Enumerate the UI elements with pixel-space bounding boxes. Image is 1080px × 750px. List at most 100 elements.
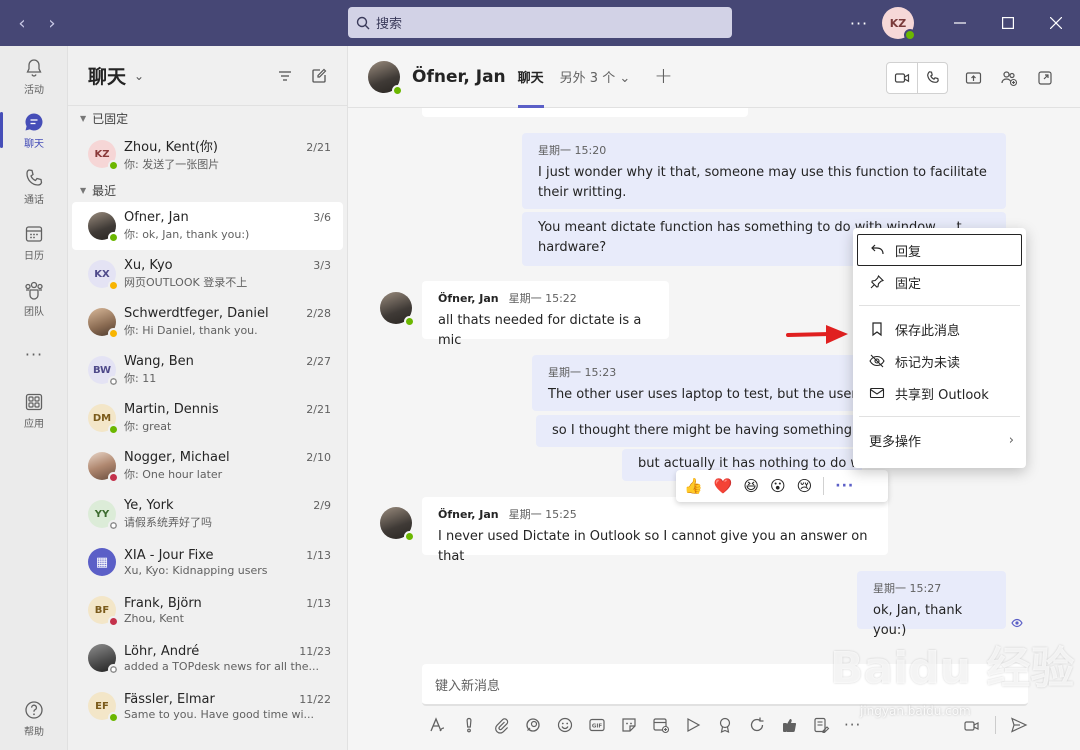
format-icon[interactable] bbox=[428, 716, 446, 734]
search-box[interactable]: 搜索 bbox=[348, 7, 732, 38]
reaction-surprised-icon[interactable]: 😮 bbox=[770, 477, 786, 495]
video-clip-icon[interactable] bbox=[963, 716, 981, 734]
tab-chat[interactable]: 聊天 bbox=[517, 46, 544, 108]
avatar bbox=[88, 644, 119, 675]
sender-avatar[interactable] bbox=[380, 292, 415, 327]
updates-icon[interactable] bbox=[748, 716, 766, 734]
rail-item-calls[interactable]: 通话 bbox=[0, 160, 68, 212]
stream-icon[interactable] bbox=[684, 716, 702, 734]
chat-list-item[interactable]: ▦ XIA - Jour Fixe 1/13 Xu, Kyo: Kidnapping … bbox=[68, 538, 347, 586]
sender-name: Öfner, Jan bbox=[438, 292, 499, 305]
chat-list-item[interactable]: KZ Zhou, Kent(你) 2/21 你: 发送了一张图片 bbox=[68, 130, 347, 178]
emoji-icon[interactable] bbox=[556, 716, 574, 734]
rail-item-apps[interactable]: 应用 bbox=[0, 384, 68, 436]
chat-list-item[interactable]: BF Frank, Björn 1/13 Zhou, Kent bbox=[68, 586, 347, 634]
minimize-button[interactable] bbox=[936, 0, 984, 46]
chat-list-item[interactable]: EF Fässler, Elmar 11/22 Same to you. Have g… bbox=[68, 682, 347, 730]
chevron-down-icon[interactable]: ⌄ bbox=[134, 69, 144, 83]
chat-item-row: Öfner, Jan 3/6 bbox=[124, 210, 331, 225]
loop-icon[interactable] bbox=[524, 716, 542, 734]
chat-list-item[interactable]: BW Wang, Ben 2/27 你: 11 bbox=[68, 346, 347, 394]
avatar: KZ bbox=[88, 140, 119, 171]
forward-arrow-icon[interactable]: › bbox=[44, 13, 60, 34]
new-chat-icon[interactable] bbox=[311, 68, 327, 84]
menu-item-share-outlook[interactable]: 共享到 Outlook bbox=[853, 377, 1026, 409]
chat-item-row: Martin, Dennis 2/21 bbox=[124, 402, 331, 417]
sticker-icon[interactable] bbox=[620, 716, 638, 734]
section-pinned[interactable]: ▼ 已固定 bbox=[68, 106, 347, 130]
chat-list-item[interactable]: Schwerdtfeger, Daniel 2/28 你: Hi Daniel, t… bbox=[68, 298, 347, 346]
important-icon[interactable] bbox=[460, 716, 478, 734]
chat-list-item[interactable]: Löhr, André 11/23 added a TOPdesk news for… bbox=[68, 634, 347, 682]
reaction-like-icon[interactable]: 👍 bbox=[684, 477, 703, 495]
reaction-sad-icon[interactable]: 😢 bbox=[797, 477, 813, 495]
rail-item-more[interactable]: ··· bbox=[0, 328, 68, 380]
gif-icon[interactable]: GIF bbox=[588, 716, 606, 734]
send-icon[interactable] bbox=[1010, 716, 1028, 734]
message-outgoing[interactable]: 星期一 15:20 I just wonder why it that, som… bbox=[522, 133, 1006, 209]
menu-item-pin[interactable]: 固定 bbox=[853, 266, 1026, 298]
praise-icon[interactable] bbox=[716, 716, 734, 734]
settings-more-button[interactable]: ··· bbox=[844, 14, 874, 33]
rail-item-activity[interactable]: 活动 bbox=[0, 50, 68, 102]
chat-list-item[interactable]: Nogger, Michael 2/10 你: One hour later bbox=[68, 442, 347, 490]
chat-list-item[interactable]: DM Martin, Dennis 2/21 你: great bbox=[68, 394, 347, 442]
sender-avatar[interactable] bbox=[380, 507, 415, 542]
rail-item-teams[interactable]: 团队 bbox=[0, 272, 68, 324]
menu-item-reply[interactable]: 回复 bbox=[857, 234, 1022, 266]
add-tab-button[interactable]: + bbox=[654, 64, 672, 89]
teams-icon bbox=[25, 281, 43, 300]
user-avatar[interactable]: KZ bbox=[882, 7, 916, 41]
back-arrow-icon[interactable]: ‹ bbox=[14, 13, 30, 34]
avatar: BF bbox=[88, 596, 119, 627]
chat-item-date: 2/21 bbox=[306, 141, 331, 154]
chat-list-item[interactable]: Öfner, Jan 3/6 你: ok, Jan, thank you:) bbox=[72, 202, 343, 250]
menu-item-mark-unread[interactable]: 标记为未读 bbox=[853, 345, 1026, 377]
schedule-meeting-icon[interactable] bbox=[652, 716, 670, 734]
approvals-icon[interactable] bbox=[780, 716, 798, 734]
sender-status-dot bbox=[404, 531, 415, 542]
chat-item-name: Frank, Björn bbox=[124, 595, 202, 611]
contact-name[interactable]: Öfner, Jan bbox=[412, 67, 506, 87]
message-incoming[interactable]: Öfner, Jan 星期一 15:25 I never used Dictate… bbox=[422, 497, 888, 564]
more-apps-icon[interactable]: ··· bbox=[844, 716, 861, 734]
share-screen-button[interactable] bbox=[962, 67, 984, 89]
chat-item-name: Nogger, Michael bbox=[124, 450, 230, 465]
video-call-button[interactable] bbox=[887, 63, 917, 93]
chat-list-title[interactable]: 聊天 bbox=[88, 62, 126, 89]
more-options-button[interactable]: ··· bbox=[835, 478, 854, 494]
chat-list-item[interactable]: YY Ye, York 2/9 请假系统弄好了吗 bbox=[68, 490, 347, 538]
svg-text:GIF: GIF bbox=[592, 724, 603, 730]
filter-icon[interactable] bbox=[277, 68, 293, 84]
message-outgoing[interactable]: 星期一 15:23 The other user uses laptop to … bbox=[532, 355, 862, 411]
audio-call-button[interactable] bbox=[917, 63, 947, 93]
menu-item-save[interactable]: 保存此消息 bbox=[853, 313, 1026, 345]
close-button[interactable] bbox=[1032, 0, 1080, 46]
section-recent[interactable]: ▼ 最近 bbox=[68, 178, 347, 202]
contact-avatar[interactable] bbox=[368, 60, 403, 96]
chat-item-row: Ye, York 2/9 bbox=[124, 498, 331, 513]
reaction-laugh-icon[interactable]: 😆 bbox=[743, 477, 759, 495]
rail-item-calendar[interactable]: 日历 bbox=[0, 216, 68, 268]
reply-icon bbox=[871, 244, 884, 255]
reaction-heart-icon[interactable]: ❤️ bbox=[714, 477, 733, 495]
message-outgoing[interactable]: so I thought there might be having somet… bbox=[536, 415, 862, 447]
watermark-logo: Baidu 经验 bbox=[830, 643, 1075, 694]
rail-item-help[interactable]: 帮助 bbox=[0, 692, 68, 744]
title-bar: ‹ › 搜索 ··· KZ bbox=[0, 0, 1080, 46]
menu-item-more-actions[interactable]: 更多操作 › bbox=[853, 424, 1026, 456]
chat-item-name: Öfner, Jan bbox=[124, 210, 189, 225]
chat-list-item[interactable]: KX Xu, Kyo 3/3 网页OUTLOOK 登录不上 bbox=[68, 250, 347, 298]
attach-icon[interactable] bbox=[492, 716, 510, 734]
pop-out-button[interactable] bbox=[1034, 67, 1056, 89]
maximize-button[interactable] bbox=[984, 0, 1032, 46]
tab-more[interactable]: 另外 3 个 ⌄ bbox=[560, 67, 631, 86]
message-incoming[interactable]: Öfner, Jan 星期一 15:22 all thats needed for… bbox=[422, 281, 669, 348]
message-outgoing[interactable]: 星期一 15:27 ok, Jan, thank you:) bbox=[857, 571, 1006, 638]
avatar-initials: KZ bbox=[94, 148, 110, 160]
rail-item-chat[interactable]: 聊天 bbox=[0, 104, 68, 156]
menu-separator bbox=[859, 305, 1020, 306]
add-people-button[interactable] bbox=[998, 67, 1020, 89]
recent-chat-list: Öfner, Jan 3/6 你: ok, Jan, thank you:) KX Xu… bbox=[68, 202, 347, 730]
forms-icon[interactable] bbox=[812, 716, 830, 734]
